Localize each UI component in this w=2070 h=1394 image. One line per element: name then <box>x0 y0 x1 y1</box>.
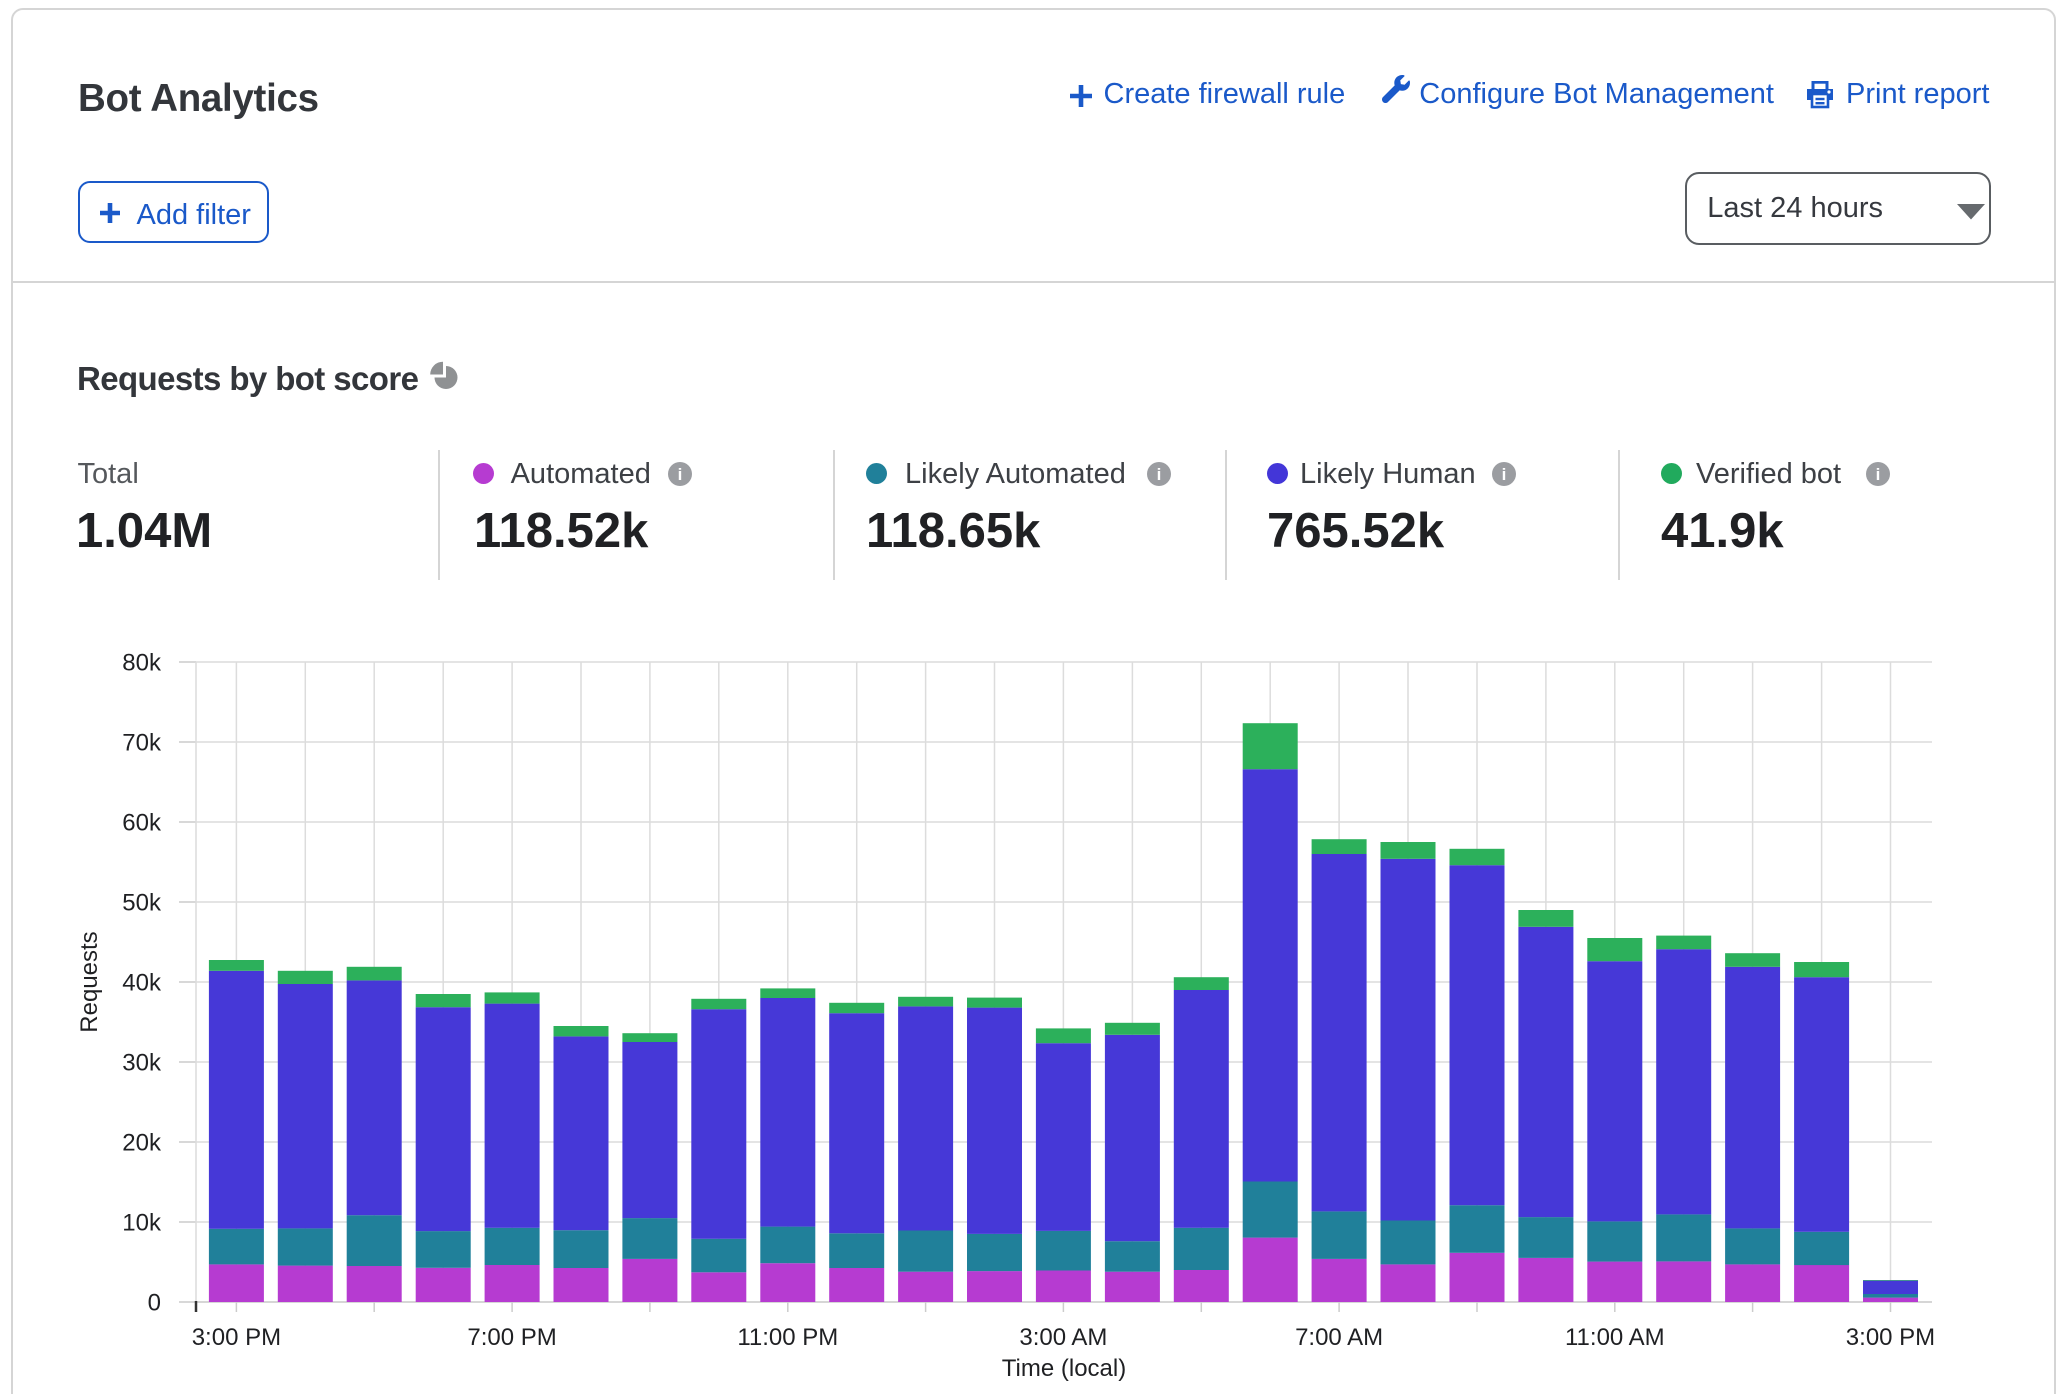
svg-text:Time (local): Time (local) <box>1002 1355 1126 1382</box>
svg-text:3:00 PM: 3:00 PM <box>1846 1324 1935 1351</box>
svg-text:80k: 80k <box>122 650 162 677</box>
svg-text:11:00 PM: 11:00 PM <box>737 1324 838 1351</box>
svg-text:3:00 AM: 3:00 AM <box>1019 1324 1107 1351</box>
svg-text:11:00 AM: 11:00 AM <box>1565 1324 1665 1351</box>
svg-text:50k: 50k <box>122 890 162 917</box>
svg-text:7:00 PM: 7:00 PM <box>467 1324 556 1351</box>
svg-text:Requests: Requests <box>76 931 103 1032</box>
svg-text:3:00 PM: 3:00 PM <box>192 1324 281 1351</box>
svg-text:7:00 AM: 7:00 AM <box>1295 1324 1383 1351</box>
svg-text:60k: 60k <box>122 810 162 837</box>
svg-text:70k: 70k <box>122 730 162 757</box>
svg-text:10k: 10k <box>122 1210 162 1237</box>
svg-text:30k: 30k <box>122 1050 162 1077</box>
svg-text:20k: 20k <box>122 1130 162 1157</box>
svg-text:40k: 40k <box>122 970 162 997</box>
svg-text:0: 0 <box>148 1290 161 1317</box>
